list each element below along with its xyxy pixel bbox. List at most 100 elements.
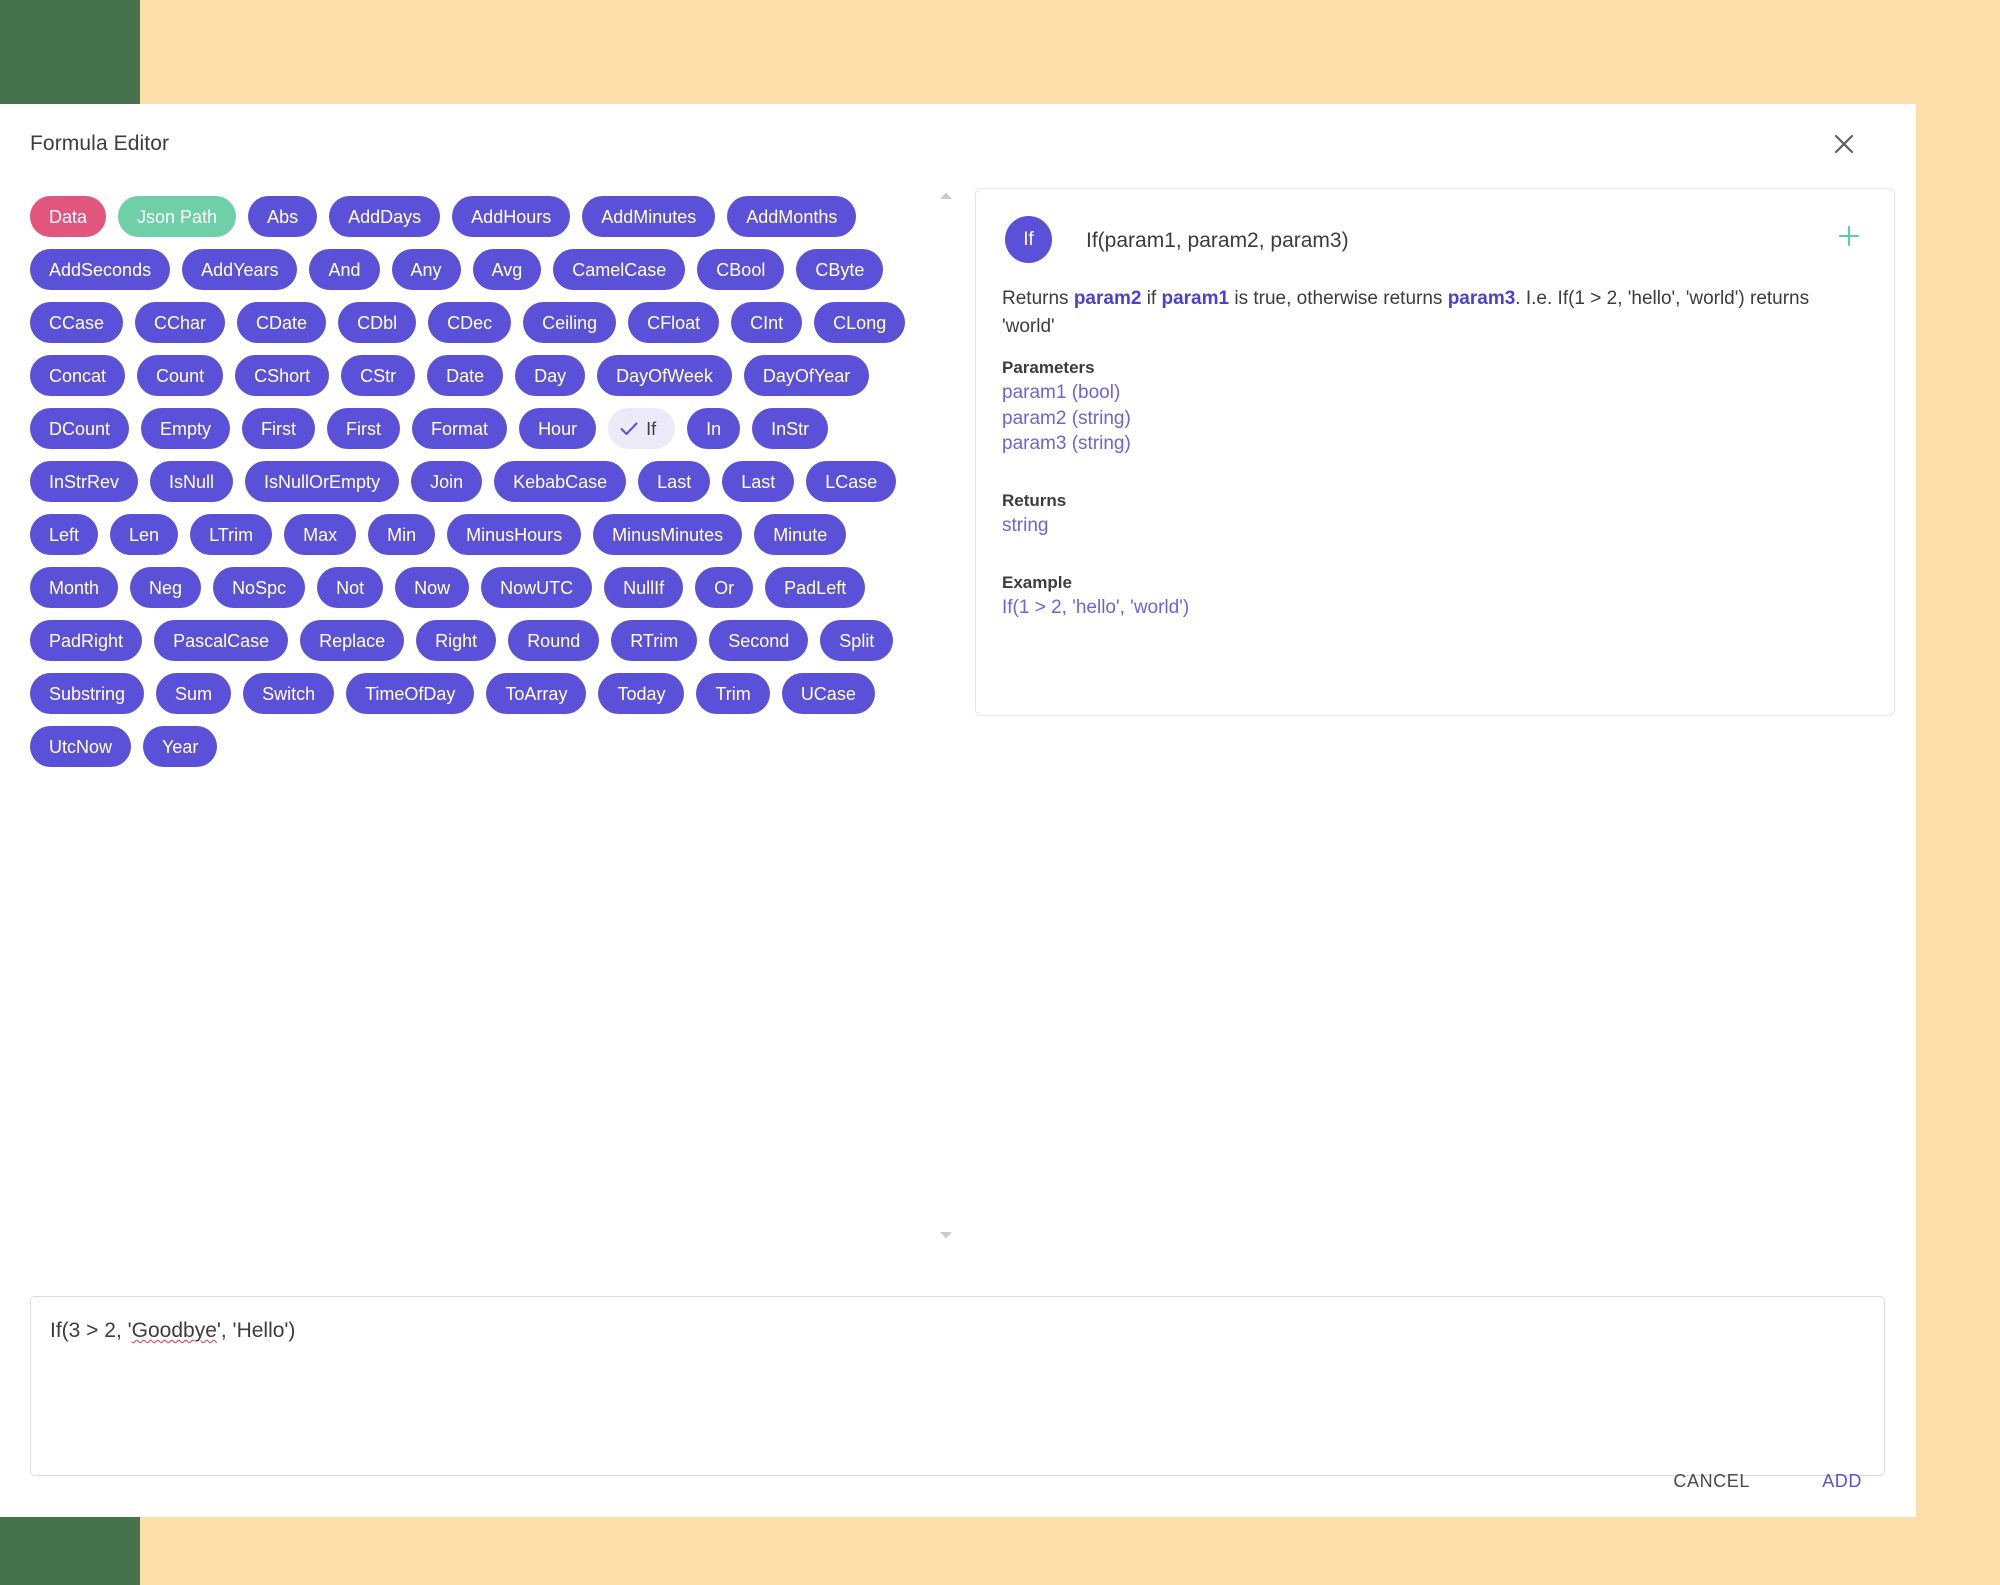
function-chip[interactable]: Format <box>412 408 508 449</box>
cancel-button[interactable]: CANCEL <box>1657 1461 1766 1501</box>
function-chip[interactable]: AddYears <box>182 249 298 290</box>
function-chip[interactable]: Data <box>30 196 107 237</box>
function-chip-list[interactable]: Data Json Path Abs AddDays AddHours AddMinute… <box>30 180 925 1260</box>
function-chip[interactable]: RTrim <box>611 620 698 661</box>
function-chip[interactable]: CDate <box>237 302 327 343</box>
function-chip[interactable]: Not <box>317 567 384 608</box>
function-chip[interactable]: Min <box>368 514 436 555</box>
function-chip[interactable]: Max <box>284 514 357 555</box>
function-chip[interactable]: KebabCase <box>494 461 627 502</box>
formula-editor-dialog: Formula Editor Data Json Path Abs AddDays Ad… <box>0 104 1916 1517</box>
function-chip[interactable]: Any <box>391 249 461 290</box>
function-chip[interactable]: DayOfWeek <box>597 355 732 396</box>
function-chip-label: First <box>261 418 297 439</box>
function-chip[interactable]: InStrRev <box>30 461 139 502</box>
function-detail-header: If If(param1, param2, param3) <box>976 189 1894 285</box>
function-chip[interactable]: If <box>608 408 676 449</box>
function-chip-label: ToArray <box>505 683 568 704</box>
chevron-down-icon[interactable] <box>937 1226 955 1244</box>
function-chip[interactable]: CByte <box>796 249 884 290</box>
function-chip[interactable]: AddHours <box>452 196 571 237</box>
function-chip[interactable]: ToArray <box>486 673 587 714</box>
function-chip[interactable]: CDbl <box>338 302 417 343</box>
function-chip[interactable]: CCase <box>30 302 124 343</box>
function-chip[interactable]: PadLeft <box>765 567 866 608</box>
function-chip[interactable]: PadRight <box>30 620 143 661</box>
function-chip[interactable]: NowUTC <box>481 567 593 608</box>
function-chip[interactable]: CShort <box>235 355 330 396</box>
function-chip[interactable]: Len <box>110 514 179 555</box>
function-chip[interactable]: NullIf <box>604 567 684 608</box>
function-chip[interactable]: Right <box>416 620 497 661</box>
function-chip[interactable]: MinusMinutes <box>593 514 743 555</box>
function-chip-label: CByte <box>815 259 865 280</box>
function-chip-label: Split <box>839 630 875 651</box>
function-chip[interactable]: First <box>327 408 401 449</box>
function-chip[interactable]: Minute <box>754 514 847 555</box>
function-chip[interactable]: CChar <box>135 302 226 343</box>
function-chip[interactable]: Ceiling <box>523 302 617 343</box>
function-chip[interactable]: Last <box>722 461 795 502</box>
function-chip[interactable]: LTrim <box>190 514 273 555</box>
function-chip[interactable]: Left <box>30 514 99 555</box>
function-chip[interactable]: CamelCase <box>553 249 686 290</box>
function-chip[interactable]: Trim <box>696 673 770 714</box>
function-chip[interactable]: Substring <box>30 673 145 714</box>
function-chip-label: CInt <box>750 312 784 333</box>
function-chip[interactable]: AddMonths <box>727 196 857 237</box>
function-chip[interactable]: InStr <box>752 408 829 449</box>
function-chip[interactable]: Last <box>638 461 711 502</box>
function-chip[interactable]: CDec <box>428 302 512 343</box>
function-chip[interactable]: Or <box>695 567 754 608</box>
function-chip[interactable]: Date <box>427 355 504 396</box>
function-chip[interactable]: PascalCase <box>154 620 289 661</box>
function-chip[interactable]: Avg <box>472 249 542 290</box>
function-chip[interactable]: AddDays <box>329 196 441 237</box>
function-chip[interactable]: AddSeconds <box>30 249 171 290</box>
add-button[interactable]: ADD <box>1806 1461 1878 1501</box>
function-chip[interactable]: Split <box>820 620 894 661</box>
function-chip[interactable]: CFloat <box>628 302 720 343</box>
function-chip[interactable]: Now <box>395 567 470 608</box>
function-chip[interactable]: UCase <box>781 673 875 714</box>
function-chip[interactable]: And <box>309 249 380 290</box>
plus-icon[interactable] <box>1830 217 1868 255</box>
function-chip[interactable]: Second <box>709 620 809 661</box>
function-chip[interactable]: CInt <box>731 302 803 343</box>
function-chip[interactable]: TimeOfDay <box>346 673 475 714</box>
close-icon[interactable] <box>1822 122 1866 166</box>
function-chip[interactable]: Month <box>30 567 119 608</box>
function-chip[interactable]: Neg <box>130 567 202 608</box>
function-chip[interactable]: Hour <box>519 408 597 449</box>
function-chip[interactable]: Sum <box>156 673 232 714</box>
function-chip[interactable]: IsNullOrEmpty <box>245 461 400 502</box>
function-chip[interactable]: MinusHours <box>447 514 582 555</box>
function-chip[interactable]: Abs <box>248 196 318 237</box>
function-chip[interactable]: NoSpc <box>213 567 306 608</box>
chevron-up-icon[interactable] <box>937 186 955 204</box>
function-chip[interactable]: IsNull <box>150 461 234 502</box>
function-chip[interactable]: Switch <box>243 673 335 714</box>
function-chip[interactable]: CBool <box>697 249 785 290</box>
function-chip[interactable]: CStr <box>341 355 416 396</box>
function-chip[interactable]: CLong <box>814 302 906 343</box>
function-chip[interactable]: Day <box>515 355 586 396</box>
function-chip[interactable]: Replace <box>300 620 405 661</box>
function-chip[interactable]: First <box>242 408 316 449</box>
function-chip[interactable]: AddMinutes <box>582 196 716 237</box>
function-chip[interactable]: DCount <box>30 408 130 449</box>
function-chip[interactable]: DayOfYear <box>743 355 870 396</box>
function-chip[interactable]: Concat <box>30 355 126 396</box>
function-chip[interactable]: Round <box>508 620 600 661</box>
function-chip[interactable]: Year <box>143 726 218 767</box>
function-chip-label: NowUTC <box>500 577 574 598</box>
function-chip[interactable]: Today <box>598 673 685 714</box>
function-chip[interactable]: Count <box>137 355 224 396</box>
function-chip[interactable]: Join <box>411 461 483 502</box>
function-chip[interactable]: UtcNow <box>30 726 132 767</box>
function-chip[interactable]: Empty <box>141 408 231 449</box>
function-chip[interactable]: In <box>687 408 741 449</box>
function-chip[interactable]: LCase <box>806 461 897 502</box>
function-chip[interactable]: Json Path <box>118 196 237 237</box>
function-chip-label: Concat <box>49 365 107 386</box>
